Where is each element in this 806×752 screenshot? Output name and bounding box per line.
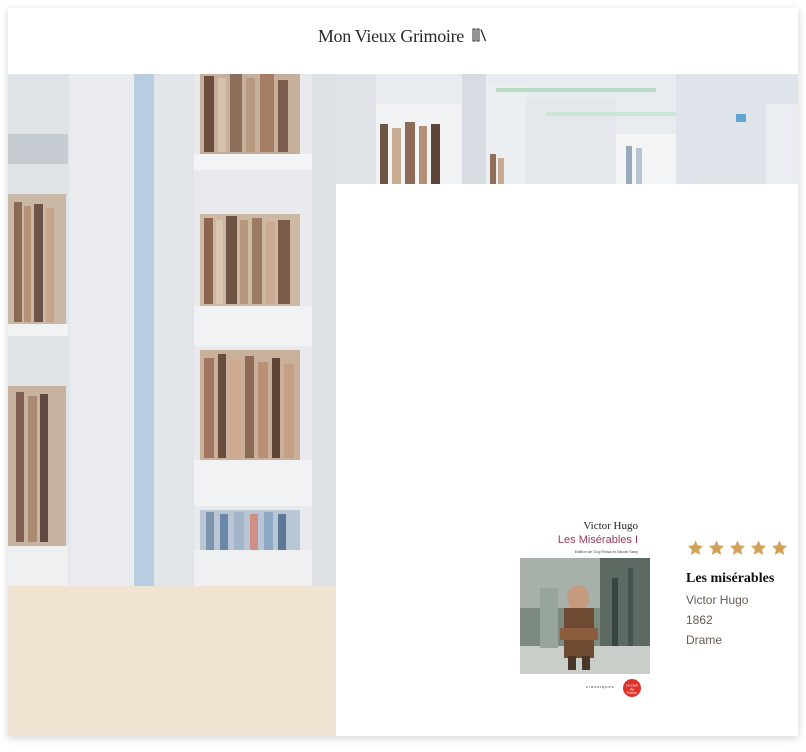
book-panel: Victor Hugo Les Misérables I Edition de … [336,184,798,736]
star-icon [772,540,787,555]
svg-text:Poche: Poche [627,691,637,695]
cover-edition: Edition de Guy Rosa et Nicole Savy [574,549,638,554]
site-header: Mon Vieux Grimoire [8,8,798,74]
book-genre: Drame [686,633,723,647]
cover-title: Les Misérables I [557,534,638,546]
brand-name: Mon Vieux Grimoire [317,26,464,46]
cover-author: Victor Hugo [583,520,638,532]
page-frame: Mon Vieux Grimoire Victor Hugo Les Misér… [8,8,798,736]
star-icon [751,540,766,555]
library-hero-strip [336,74,798,184]
brand-logo[interactable]: Mon Vieux Grimoire [8,26,798,48]
library-hero-image [8,74,336,586]
star-icon [688,540,703,555]
books-icon [472,27,488,48]
book-year: 1862 [686,613,713,627]
book-info: Les misérables Victor Hugo 1862 Drame [686,539,798,647]
star-icon [709,540,724,555]
cover-collection: classiques [586,684,615,689]
book-title[interactable]: Les misérables [686,571,798,587]
book-cover[interactable]: Victor Hugo Les Misérables I Edition de … [518,516,652,697]
book-author: Victor Hugo [686,593,749,607]
livre-de-poche-logo: Le Livre de Poche [622,678,642,703]
beige-panel [8,586,336,736]
star-icon [730,540,745,555]
cover-illustration [520,558,650,674]
rating-stars [686,539,798,557]
